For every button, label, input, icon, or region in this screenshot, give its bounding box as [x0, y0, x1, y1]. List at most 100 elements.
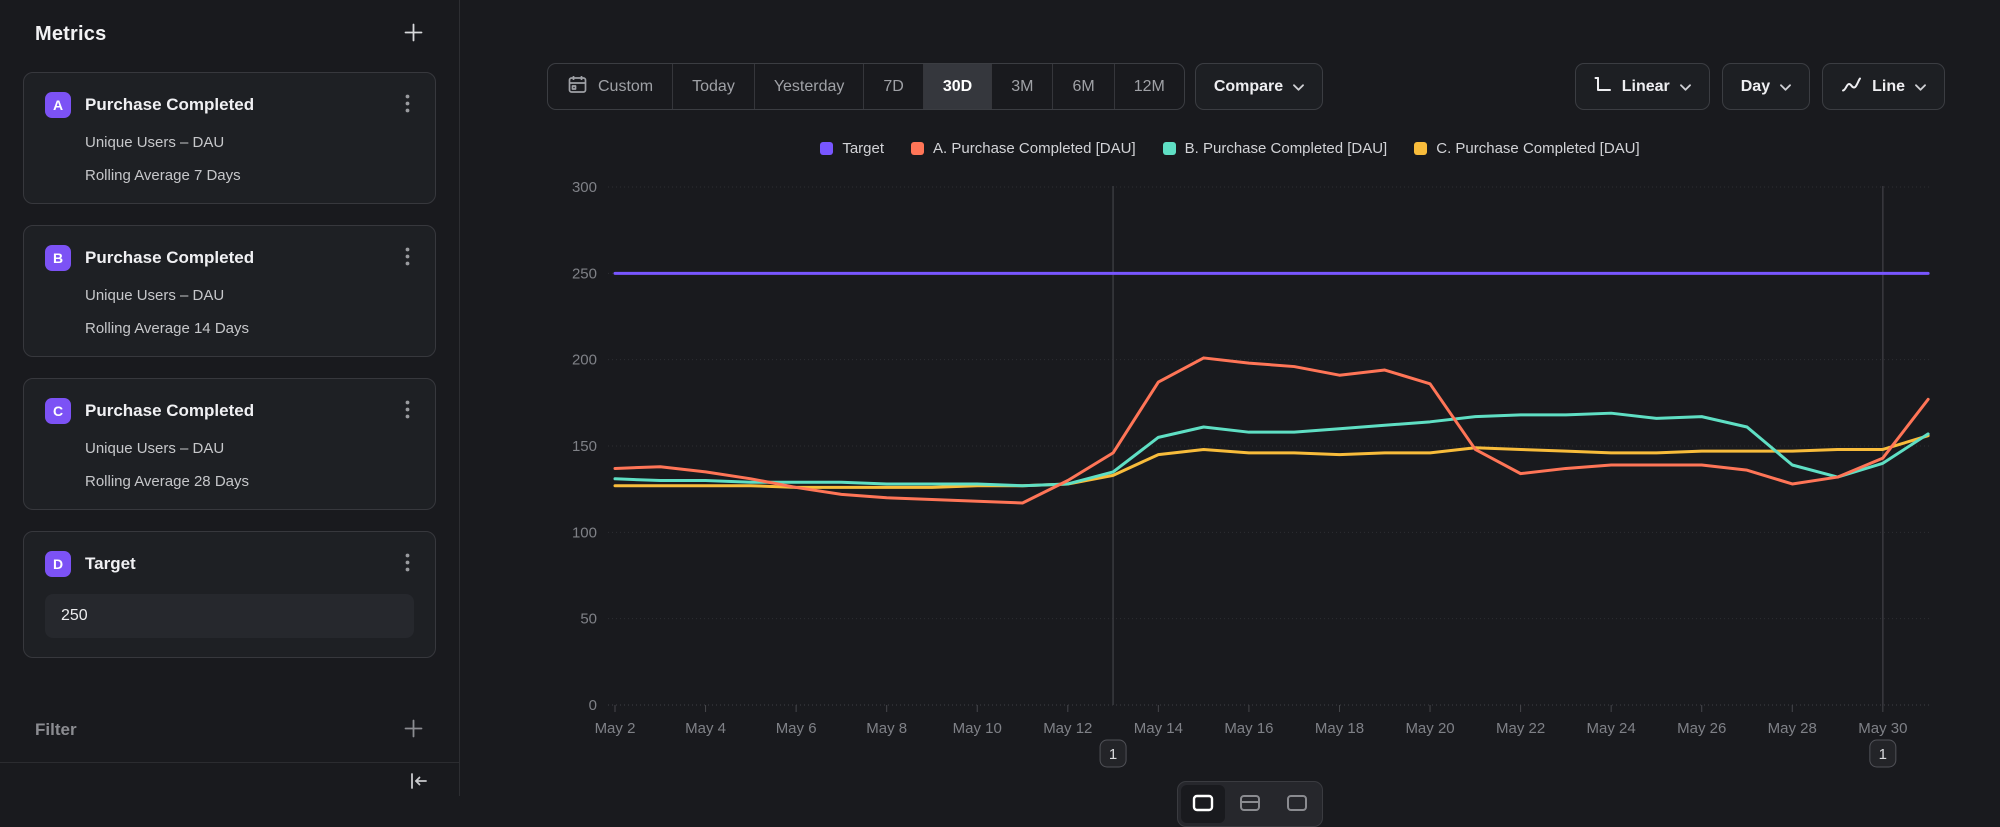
metric-card-header: APurchase Completed — [45, 92, 414, 118]
chart-type-button[interactable]: Line — [1822, 63, 1945, 110]
sidebar: Metrics APurchase Completed Unique Users … — [0, 0, 460, 796]
x-axis-label-may-2: May 2 — [595, 720, 636, 737]
metric-card-header: BPurchase Completed — [45, 245, 414, 271]
range-30d[interactable]: 30D — [923, 64, 991, 109]
view-chart-button[interactable] — [1181, 785, 1225, 823]
chart-type-label: Line — [1872, 78, 1905, 96]
toolbar-left: Custom Today Yesterday7D 30D 3M 6M 12M Compare — [547, 63, 1323, 110]
plus-icon — [403, 718, 424, 742]
metric-menu-button[interactable] — [401, 245, 414, 271]
metric-view-icon — [1286, 794, 1308, 815]
x-axis-label-may-28: May 28 — [1768, 720, 1817, 737]
add-filter-button[interactable] — [403, 718, 424, 742]
metric-title: Purchase Completed — [85, 401, 401, 421]
add-metric-button[interactable] — [403, 22, 424, 46]
series-line-b-purchase-completed-dau[interactable] — [615, 413, 1928, 486]
y-axis-label-250: 250 — [572, 265, 597, 282]
filter-title: Filter — [35, 720, 77, 740]
metrics-title: Metrics — [35, 23, 106, 46]
app-root: Metrics APurchase Completed Unique Users … — [0, 0, 2000, 796]
metric-card-d: D Target — [23, 531, 436, 658]
metric-menu-button[interactable] — [401, 551, 414, 577]
compare-button[interactable]: Compare — [1195, 63, 1323, 110]
metric-card-a: APurchase CompletedUnique Users – DAURol… — [23, 72, 436, 204]
range-12m[interactable]: 12M — [1114, 64, 1184, 109]
metric-menu-button[interactable] — [401, 92, 414, 118]
range-today[interactable]: Today — [672, 64, 754, 109]
toolbar-right: Linear Day Line — [1575, 63, 1945, 110]
date-range-control: Custom Today Yesterday7D 30D 3M 6M 12M — [547, 63, 1185, 110]
x-axis-label-may-22: May 22 — [1496, 720, 1545, 737]
chart-toolbar: Custom Today Yesterday7D 30D 3M 6M 12M Compare… — [460, 63, 2000, 110]
metric-card-list: APurchase Completed Unique Users – DAU Rol… — [23, 72, 436, 658]
range-label-custom: Custom — [598, 78, 653, 96]
chevron-down-icon — [1780, 78, 1791, 96]
x-axis-label-may-18: May 18 — [1315, 720, 1364, 737]
filter-header: Filter — [23, 718, 436, 742]
y-axis-label-100: 100 — [572, 524, 597, 541]
range-7d[interactable]: 7D — [863, 64, 922, 109]
view-metric-button[interactable] — [1275, 785, 1319, 823]
metric-subtitle: Rolling Average 28 Days — [85, 473, 414, 490]
legend-item-a-purchase-completed-dau[interactable]: A. Purchase Completed [DAU] — [911, 140, 1136, 157]
range-label-3m: 3M — [1011, 78, 1033, 96]
range-yesterday[interactable]: Yesterday — [754, 64, 864, 109]
line-chart-icon — [1841, 76, 1862, 98]
y-axis-label-200: 200 — [572, 352, 597, 369]
legend-swatch — [1163, 142, 1176, 155]
metric-letter-badge: D — [45, 551, 71, 577]
x-axis-label-may-12: May 12 — [1043, 720, 1092, 737]
chevron-down-icon — [1915, 78, 1926, 96]
legend-item-c-purchase-completed-dau[interactable]: C. Purchase Completed [DAU] — [1414, 140, 1639, 157]
series-line-c-purchase-completed-dau[interactable] — [615, 436, 1928, 488]
legend-item-target[interactable]: Target — [820, 140, 884, 157]
metric-card-b: BPurchase Completed Unique Users – DAU Rol… — [23, 225, 436, 357]
x-axis-label-may-6: May 6 — [776, 720, 817, 737]
range-label-12m: 12M — [1134, 78, 1165, 96]
metric-letter-badge: B — [45, 245, 71, 271]
y-axis-label-0: 0 — [589, 697, 597, 714]
interval-select-label: Day — [1741, 78, 1770, 96]
legend-label: C. Purchase Completed [DAU] — [1436, 140, 1639, 157]
metric-letter-badge: C — [45, 398, 71, 424]
metric-menu-button[interactable] — [401, 398, 414, 424]
kebab-icon — [405, 247, 410, 269]
annotation-badge-label-1: 1 — [1109, 746, 1117, 763]
scale-select-button[interactable]: Linear — [1575, 63, 1710, 110]
metric-title: Target — [85, 554, 401, 574]
range-3m[interactable]: 3M — [991, 64, 1052, 109]
legend-item-b-purchase-completed-dau[interactable]: B. Purchase Completed [DAU] — [1163, 140, 1388, 157]
metric-subtitle: Rolling Average 14 Days — [85, 320, 414, 337]
legend-swatch — [911, 142, 924, 155]
range-custom[interactable]: Custom — [548, 64, 672, 109]
interval-select-button[interactable]: Day — [1722, 63, 1810, 110]
metric-subtitle: Unique Users – DAU — [85, 134, 414, 151]
range-6m[interactable]: 6M — [1052, 64, 1113, 109]
collapse-sidebar-button[interactable] — [407, 770, 429, 795]
kebab-icon — [405, 400, 410, 422]
kebab-icon — [405, 94, 410, 116]
metric-card-header: C Purchase Completed — [45, 398, 414, 424]
range-label-today: Today — [692, 78, 735, 96]
legend-swatch — [1414, 142, 1427, 155]
view-table-button[interactable] — [1228, 785, 1272, 823]
y-axis-label-150: 150 — [572, 438, 597, 455]
y-axis-label-50: 50 — [580, 611, 597, 628]
x-axis-label-may-20: May 20 — [1405, 720, 1454, 737]
metric-card-header: D Target — [45, 551, 414, 577]
chart-legend: Target A. Purchase Completed [DAU] B. Purc… — [460, 140, 2000, 157]
metric-subtitle: Unique Users – DAU — [85, 287, 414, 304]
x-axis-label-may-30: May 30 — [1858, 720, 1907, 737]
x-axis-label-may-4: May 4 — [685, 720, 726, 737]
kebab-icon — [405, 553, 410, 575]
metrics-header: Metrics — [23, 22, 436, 46]
main-content: Custom Today Yesterday7D 30D 3M 6M 12M Compare… — [460, 0, 2000, 796]
x-axis-label-may-10: May 10 — [953, 720, 1002, 737]
x-axis-label-may-26: May 26 — [1677, 720, 1726, 737]
x-axis-label-may-14: May 14 — [1134, 720, 1183, 737]
range-label-30d: 30D — [943, 78, 972, 96]
view-switcher — [1177, 781, 1323, 827]
target-value-input[interactable] — [45, 594, 414, 638]
calendar-icon — [567, 74, 588, 100]
x-axis-label-may-16: May 16 — [1224, 720, 1273, 737]
